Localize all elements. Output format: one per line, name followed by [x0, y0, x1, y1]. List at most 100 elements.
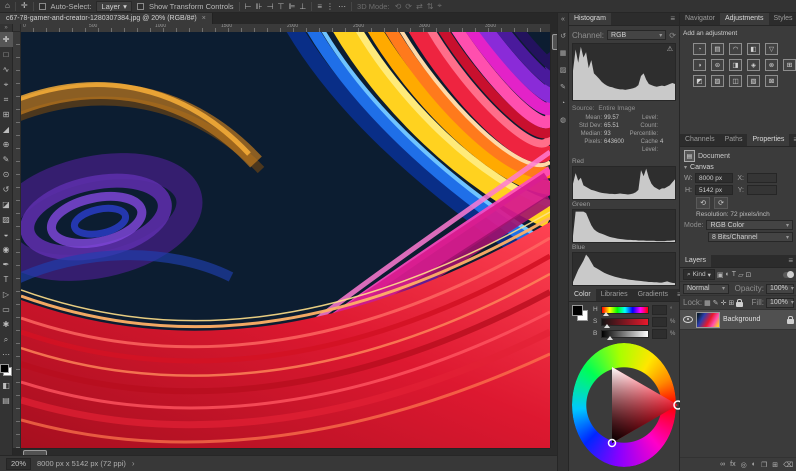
color-swatches[interactable]	[0, 364, 12, 376]
channel-mixer-icon[interactable]: ⊗	[765, 59, 778, 71]
color-mode-dropdown[interactable]: RGB Color ▾	[706, 220, 793, 230]
filter-toggle[interactable]	[783, 272, 794, 278]
saturation-slider-value-field[interactable]	[652, 317, 667, 327]
brushes-panel-icon[interactable]: ✎	[560, 83, 566, 91]
3d-scale-icon[interactable]: ⌖	[437, 1, 442, 11]
bit-depth-dropdown[interactable]: 8 Bits/Channel ▾	[708, 232, 793, 242]
tab-histogram[interactable]: Histogram	[569, 13, 611, 25]
color-balance-icon[interactable]: ⊜	[711, 59, 724, 71]
brightness-slider-handle[interactable]	[607, 336, 613, 340]
levels-icon[interactable]: ▤	[711, 43, 724, 55]
3d-roll-icon[interactable]: ⟳	[405, 2, 412, 11]
align-right-edges-icon[interactable]: ⊣	[267, 2, 274, 11]
curves-icon[interactable]: ◠	[729, 43, 742, 55]
photo-filter-icon[interactable]: ◈	[747, 59, 760, 71]
vertical-scrollbar[interactable]	[550, 32, 557, 448]
brightness-slider-value-field[interactable]	[652, 329, 667, 339]
x-field[interactable]	[747, 173, 777, 183]
hue-slider-track[interactable]	[601, 306, 649, 314]
canvas-image[interactable]	[21, 32, 550, 448]
new-layer-icon[interactable]: ⊞	[772, 461, 778, 469]
brightness-contrast-icon[interactable]: ◔	[693, 43, 706, 55]
delete-layer-icon[interactable]: ⌫	[783, 461, 793, 469]
link-layers-icon[interactable]: ∞	[720, 461, 725, 468]
foreground-color-swatch[interactable]	[0, 364, 9, 373]
auto-select-checkbox[interactable]	[39, 3, 46, 10]
frame-tool[interactable]: ⊞	[0, 107, 13, 122]
threshold-icon[interactable]: ◫	[729, 75, 742, 87]
toolbar-collapse-icon[interactable]: »	[4, 25, 7, 32]
panel-menu-icon[interactable]: ≡	[784, 255, 796, 267]
type-tool[interactable]: T	[0, 272, 13, 287]
saturation-slider-handle[interactable]	[604, 324, 610, 328]
align-horizontal-centers-icon[interactable]: ⊪	[256, 2, 263, 11]
edit-toolbar[interactable]: ⋯	[0, 347, 13, 362]
marquee-tool[interactable]: □	[0, 47, 13, 62]
comments-panel-icon[interactable]: ◍	[560, 116, 566, 124]
eyedropper-tool[interactable]: ◢	[0, 122, 13, 137]
info-panel-icon[interactable]: ◔	[561, 100, 565, 107]
gradient-map-icon[interactable]: ▧	[747, 75, 760, 87]
tab-channels[interactable]: Channels	[680, 134, 720, 146]
saturation-slider-track[interactable]	[601, 318, 649, 326]
shape-tool[interactable]: ▭	[0, 302, 13, 317]
hsb-triangle[interactable]	[572, 343, 696, 467]
hue-slider-handle[interactable]	[603, 312, 609, 316]
rotate-right-button[interactable]: ⟳	[714, 197, 728, 209]
opacity-dropdown[interactable]: 100% ▾	[766, 284, 794, 294]
align-vertical-centers-icon[interactable]: ⊫	[288, 2, 295, 11]
lock-position-icon[interactable]: ✛	[721, 299, 727, 307]
auto-select-target-dropdown[interactable]: Layer ▾	[96, 1, 132, 12]
rotate-left-button[interactable]: ⟲	[696, 197, 710, 209]
object-selection-tool[interactable]: ⌖	[0, 77, 13, 92]
tab-libraries[interactable]: Libraries	[596, 289, 633, 301]
color-swatch-pair[interactable]	[572, 305, 589, 322]
chevron-down-icon[interactable]: ▾	[684, 164, 687, 171]
filter-adjustment-layers-icon[interactable]: ◐	[726, 271, 730, 278]
layer-visibility-eye-icon[interactable]	[683, 316, 693, 323]
layer-effects-icon[interactable]: fx	[730, 461, 735, 468]
tab-color[interactable]: Color	[569, 289, 596, 301]
blur-tool[interactable]: ◒	[0, 227, 13, 242]
document-tab[interactable]: c67-78-gamer-and-creator-1280307384.jpg …	[0, 13, 213, 24]
align-top-edges-icon[interactable]: ⊤	[277, 2, 284, 11]
blend-mode-dropdown[interactable]: Normal ▾	[683, 284, 729, 294]
move-tool-icon[interactable]: ✛	[21, 1, 28, 11]
filter-type-layers-icon[interactable]: T	[732, 271, 736, 278]
color-wheel[interactable]	[572, 343, 676, 467]
distribute-horizontal-icon[interactable]: ⋮	[326, 2, 334, 11]
fill-dropdown[interactable]: 100% ▾	[766, 298, 794, 308]
tab-paths[interactable]: Paths	[720, 134, 748, 146]
path-selection-tool[interactable]: ▷	[0, 287, 13, 302]
lock-image-pixels-icon[interactable]: ✎	[713, 299, 719, 307]
3d-rotate-icon[interactable]: ⟲	[395, 2, 402, 11]
zoom-tool[interactable]: ⌕	[0, 332, 13, 347]
hand-tool[interactable]: ✱	[0, 317, 13, 332]
layer-group-icon[interactable]: ❐	[761, 461, 767, 469]
align-more-options-icon[interactable]: ⋯	[338, 2, 346, 11]
warning-icon[interactable]: ⚠	[667, 45, 673, 53]
layer-row-background[interactable]: Background	[680, 310, 796, 330]
ruler-origin[interactable]	[13, 24, 21, 32]
tab-styles[interactable]: Styles	[769, 13, 796, 25]
selective-color-icon[interactable]: ⊠	[765, 75, 778, 87]
invert-icon[interactable]: ◩	[693, 75, 706, 87]
clone-stamp-tool[interactable]: ⊙	[0, 167, 13, 182]
brightness-slider-track[interactable]	[601, 330, 649, 338]
quick-mask-tool[interactable]: ◧	[0, 378, 13, 393]
align-left-edges-icon[interactable]: ⊢	[245, 2, 252, 11]
layer-filter-dropdown[interactable]: ⌕ Kind ▾	[683, 269, 715, 280]
brush-tool[interactable]: ✎	[0, 152, 13, 167]
panel-menu-icon[interactable]: ≡	[789, 134, 796, 146]
width-field[interactable]: 8000 px	[695, 173, 733, 183]
tab-properties[interactable]: Properties	[747, 134, 789, 146]
lasso-tool[interactable]: ∿	[0, 62, 13, 77]
swatches-panel-icon[interactable]: ▦	[560, 49, 567, 57]
show-transform-checkbox[interactable]	[137, 3, 144, 10]
move-tool[interactable]: ✛	[0, 32, 13, 47]
filter-pixel-layers-icon[interactable]: ▣	[717, 271, 724, 279]
adjustment-layer-icon[interactable]: ◐	[752, 461, 756, 468]
foreground-color-swatch[interactable]	[572, 305, 583, 316]
pen-tool[interactable]: ✒	[0, 257, 13, 272]
height-field[interactable]: 5142 px	[695, 185, 733, 195]
